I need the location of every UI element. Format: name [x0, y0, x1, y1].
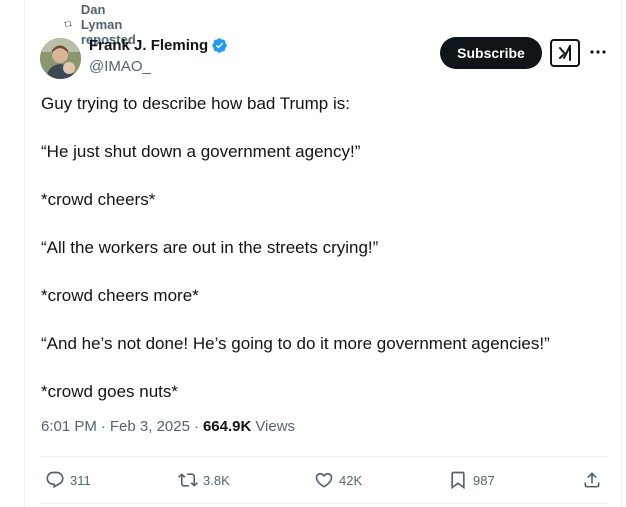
bookmark-button[interactable]: 987 — [448, 466, 495, 494]
author-name-row[interactable]: Frank J. Fleming — [89, 37, 228, 54]
tweet-line: Guy trying to describe how bad Trump is: — [41, 94, 350, 113]
avatar[interactable] — [40, 38, 81, 79]
tweet-meta: 6:01 PM · Feb 3, 2025 · 664.9K Views — [41, 418, 295, 435]
subscribe-button[interactable]: Subscribe — [440, 37, 542, 69]
author-handle[interactable]: @IMAO_ — [89, 58, 151, 75]
grok-button[interactable] — [550, 39, 580, 67]
like-button[interactable]: 42K — [314, 466, 362, 494]
tweet-text: Guy trying to describe how bad Trump is:… — [41, 92, 601, 404]
meta-separator: · — [100, 418, 106, 435]
share-icon — [584, 472, 600, 488]
action-bar: 311 3.8K 42K 987 — [40, 466, 608, 494]
tweet-time[interactable]: 6:01 PM — [41, 418, 97, 435]
grok-icon — [559, 45, 571, 61]
tweet-date[interactable]: Feb 3, 2025 — [110, 418, 190, 435]
tweet-line: *crowd cheers* — [41, 190, 156, 209]
tweet-line: *crowd goes nuts* — [41, 382, 179, 401]
reply-count: 311 — [70, 472, 91, 488]
repost-icon — [178, 473, 198, 487]
author-name[interactable]: Frank J. Fleming — [89, 37, 208, 54]
verified-badge-icon — [212, 38, 227, 53]
bookmark-count: 987 — [473, 472, 495, 488]
heart-icon — [315, 472, 333, 488]
tweet-line: *crowd cheers more* — [41, 286, 199, 305]
meta-separator: · — [193, 418, 199, 435]
divider — [40, 503, 608, 504]
repost-count: 3.8K — [203, 472, 230, 488]
repost-icon — [64, 21, 72, 27]
reply-icon — [46, 471, 64, 489]
more-button[interactable] — [588, 44, 608, 60]
like-count: 42K — [339, 472, 363, 488]
divider — [40, 456, 608, 457]
repost-button[interactable]: 3.8K — [178, 466, 230, 494]
views-count[interactable]: 664.9K — [203, 418, 251, 435]
share-button[interactable] — [582, 466, 607, 494]
tweet-line: “All the workers are out in the streets … — [41, 238, 379, 257]
bookmark-icon — [451, 471, 465, 490]
reply-button[interactable]: 311 — [45, 466, 91, 494]
tweet-line: “And he’s not done! He’s going to do it … — [41, 334, 550, 353]
tweet-line: “He just shut down a government agency!” — [41, 142, 361, 161]
more-icon — [590, 50, 606, 54]
views-label: Views — [255, 418, 296, 435]
